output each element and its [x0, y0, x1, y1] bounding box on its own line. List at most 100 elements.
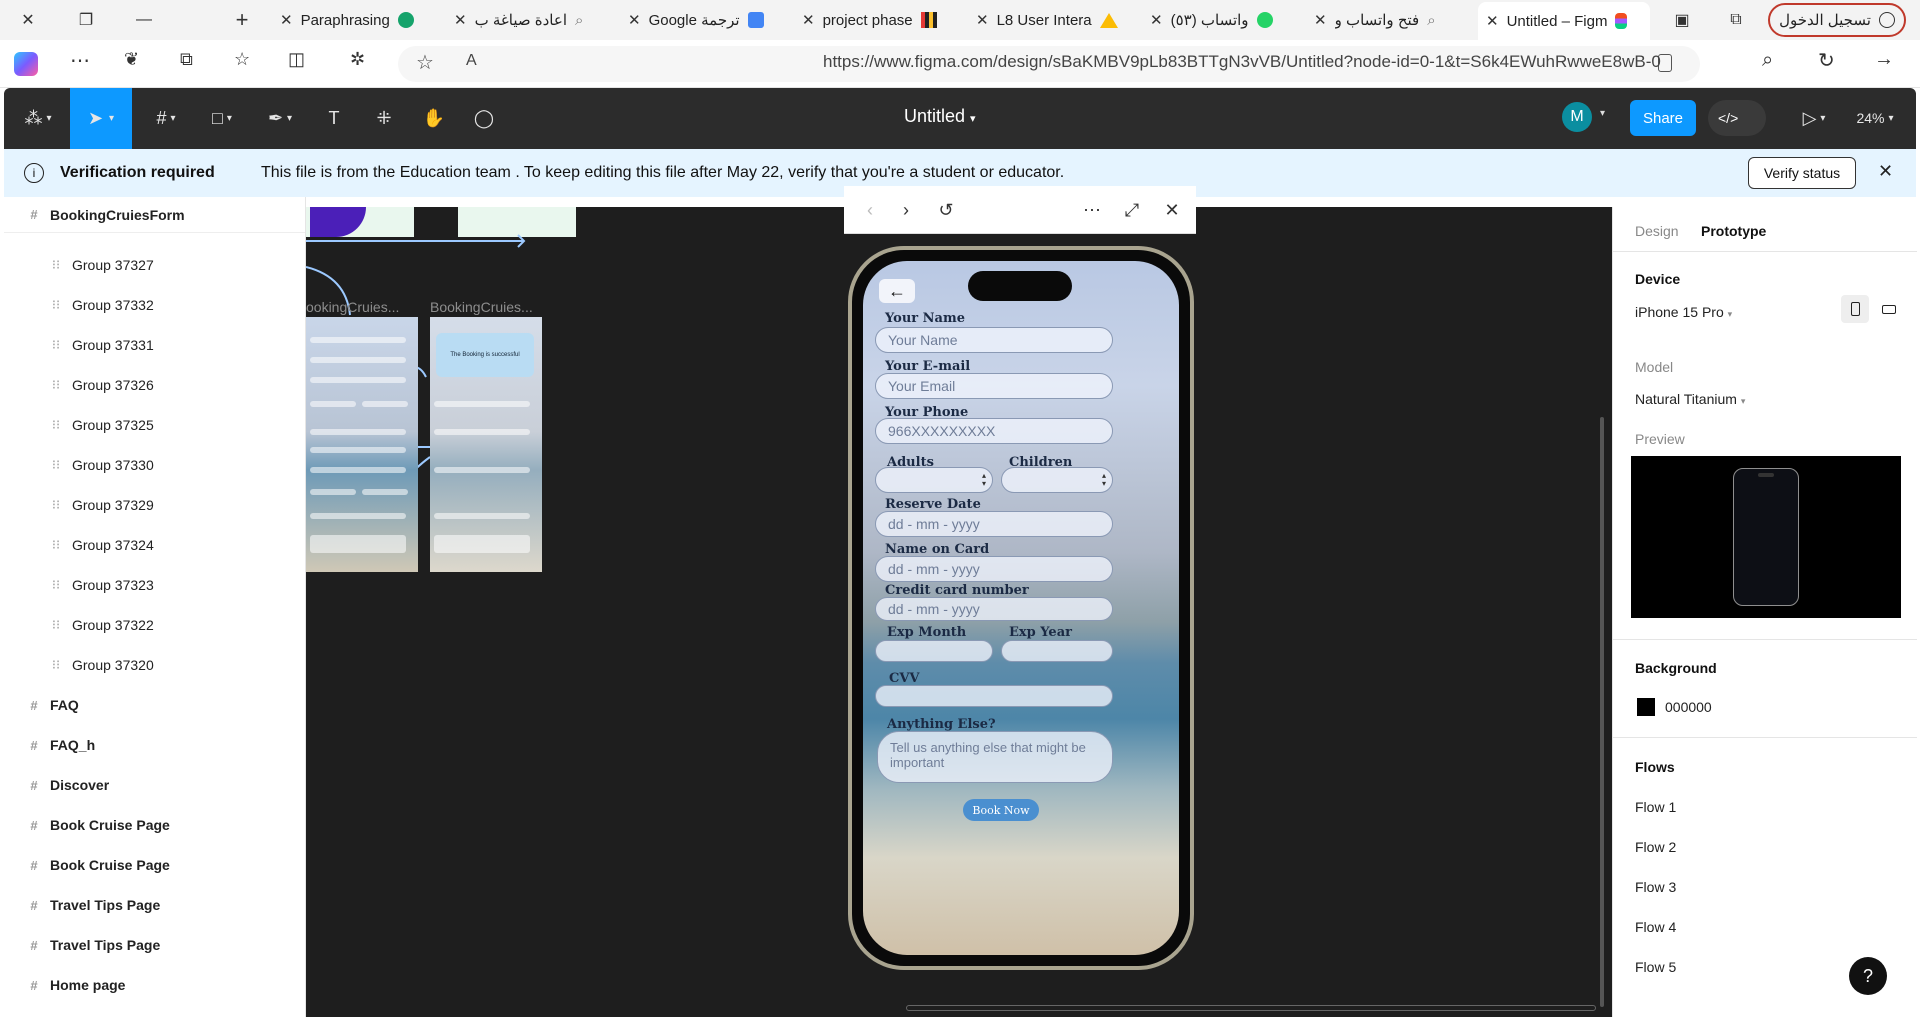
dev-mode-toggle[interactable]: </> — [1708, 100, 1766, 136]
text-tool-button[interactable]: T — [320, 102, 348, 134]
vertical-scrollbar[interactable] — [1600, 417, 1604, 1007]
collections-icon[interactable]: ⧉ — [180, 49, 193, 70]
layer-group-row[interactable]: ⁝⁝ Group 37330 — [4, 445, 305, 485]
layer-frame-row[interactable]: # Book Cruise Page — [4, 845, 305, 885]
device-select[interactable]: iPhone 15 Pro ▾ — [1635, 304, 1732, 320]
close-tab-icon[interactable]: ✕ — [454, 11, 467, 29]
layer-frame-row[interactable]: # FAQ — [4, 685, 305, 725]
tab-google-translate[interactable]: ✕ Google ترجمة — [620, 5, 790, 35]
exp-year-input[interactable] — [1001, 640, 1113, 662]
tab-open-whatsapp[interactable]: ✕ فتح واتساب و ⌕ — [1306, 5, 1476, 35]
tab-l8-user-interaction[interactable]: ✕ L8 User Intera — [968, 5, 1138, 35]
frame-tool-button[interactable]: # ▾ — [146, 102, 186, 134]
layer-group-row[interactable]: ⁝⁝ Group 37332 — [4, 285, 305, 325]
move-tool-button[interactable]: ➤ ▾ — [70, 88, 132, 149]
extension-heart-icon[interactable]: ❦ — [124, 49, 139, 70]
layer-frame-row[interactable]: # Home page — [4, 965, 305, 1005]
flow-item[interactable]: Flow 2 — [1635, 839, 1676, 855]
close-tab-icon[interactable]: ✕ — [628, 11, 641, 29]
search-icon[interactable]: ⌕ — [1762, 49, 1773, 72]
workspaces-icon[interactable]: ▣ — [1668, 6, 1696, 34]
tab-project-phase[interactable]: ✕ project phase — [794, 5, 964, 35]
close-tab-icon[interactable]: ✕ — [280, 11, 293, 29]
cvv-input[interactable] — [875, 685, 1113, 707]
zoom-menu[interactable]: 24% ▾ — [1850, 102, 1900, 134]
model-select[interactable]: Natural Titanium ▾ — [1635, 391, 1745, 407]
close-tab-icon[interactable]: ✕ — [1150, 11, 1163, 29]
tab-prototype[interactable]: Prototype — [1701, 223, 1766, 239]
tab-paraphrasing[interactable]: ✕ Paraphrasing — [272, 5, 442, 35]
extensions-icon[interactable]: ✲ — [350, 49, 365, 70]
horizontal-scrollbar[interactable] — [906, 1005, 1596, 1011]
flow-item[interactable]: Flow 1 — [1635, 799, 1676, 815]
background-swatch[interactable] — [1637, 698, 1655, 716]
avatar[interactable]: M — [1562, 102, 1592, 132]
book-now-button[interactable]: Book Now — [963, 799, 1039, 821]
layer-group-row[interactable]: ⁝⁝ Group 37325 — [4, 405, 305, 445]
close-tab-icon[interactable]: ✕ — [1314, 11, 1327, 29]
open-external-icon[interactable]: ⤢ — [1120, 198, 1144, 222]
phone-input[interactable]: 966XXXXXXXXX — [875, 418, 1113, 444]
resources-button[interactable]: ⁜ — [370, 102, 398, 134]
document-title[interactable]: Untitled ▾ — [904, 106, 976, 127]
share-button[interactable]: Share — [1630, 100, 1696, 136]
minimize-window-icon[interactable]: — — [130, 6, 158, 34]
frame-label[interactable]: BookingCruies... — [430, 299, 533, 315]
stepper-arrows-icon[interactable]: ▴ ▾ — [1102, 472, 1106, 488]
booking-form-thumbnail[interactable] — [306, 317, 418, 572]
layer-group-row[interactable]: ⁝⁝ Group 37329 — [4, 485, 305, 525]
split-screen-icon[interactable]: ◫ — [288, 49, 305, 70]
adults-stepper[interactable]: ▴ ▾ — [875, 467, 993, 493]
portrait-icon[interactable] — [1841, 295, 1869, 323]
layer-group-row[interactable]: ⁝⁝ Group 37322 — [4, 605, 305, 645]
hand-tool-button[interactable]: ✋ — [420, 102, 448, 134]
shape-tool-button[interactable]: □ ▾ — [202, 102, 242, 134]
layer-group-row[interactable]: ⁝⁝ Group 37324 — [4, 525, 305, 565]
flow-item[interactable]: Flow 3 — [1635, 879, 1676, 895]
tab-figma[interactable]: ✕ Untitled – Figm — [1478, 2, 1650, 40]
tab-design[interactable]: Design — [1635, 223, 1679, 239]
anything-else-textarea[interactable]: Tell us anything else that might be impo… — [877, 731, 1113, 783]
exp-month-input[interactable] — [875, 640, 993, 662]
chevron-down-icon[interactable]: ▾ — [1600, 108, 1605, 119]
new-tab-icon[interactable]: + — [228, 6, 256, 34]
card-number-input[interactable]: dd - mm - yyyy — [875, 597, 1113, 621]
present-button[interactable]: ▷ ▾ — [1794, 102, 1834, 134]
more-icon[interactable]: ⋯ — [70, 48, 90, 73]
tab-actions-icon[interactable]: ⧉ — [1722, 6, 1750, 34]
reserve-date-input[interactable]: dd - mm - yyyy — [875, 511, 1113, 537]
back-arrow-icon[interactable]: ← — [879, 279, 915, 303]
layer-group-row[interactable]: ⁝⁝ Group 37327 — [4, 245, 305, 285]
restart-icon[interactable]: ↺ — [934, 198, 958, 222]
layer-frame-booking-form[interactable]: # BookingCruiesForm — [4, 197, 305, 233]
stepper-arrows-icon[interactable]: ▴ ▾ — [982, 472, 986, 488]
layer-frame-row[interactable]: # Discover — [4, 765, 305, 805]
layer-group-row[interactable]: ⁝⁝ Group 37320 — [4, 645, 305, 685]
help-button[interactable]: ? — [1849, 957, 1887, 995]
url-text[interactable]: https://www.figma.com/design/sBaKMBV9pLb… — [823, 52, 1683, 72]
tab-whatsapp[interactable]: ✕ (٥٣) واتساب — [1142, 5, 1302, 35]
close-icon[interactable]: ✕ — [1878, 161, 1893, 182]
booking-success-thumbnail[interactable]: The Booking is successful — [430, 317, 542, 572]
layer-frame-row[interactable]: # FAQ_h — [4, 725, 305, 765]
children-stepper[interactable]: ▴ ▾ — [1001, 467, 1113, 493]
layer-frame-row[interactable]: # Travel Tips Page — [4, 885, 305, 925]
frame-label[interactable]: ookingCruies... — [306, 299, 399, 315]
landscape-icon[interactable] — [1875, 295, 1903, 323]
login-button[interactable]: تسجيل الدخول — [1768, 3, 1906, 37]
verify-status-button[interactable]: Verify status — [1748, 157, 1856, 189]
name-input[interactable]: Your Name — [875, 327, 1113, 353]
pen-tool-button[interactable]: ✒ ▾ — [260, 102, 300, 134]
card-name-input[interactable]: dd - mm - yyyy — [875, 556, 1113, 582]
tab-paraphrase-ar[interactable]: ✕ اعادة صياغة ب ⌕ — [446, 5, 616, 35]
more-icon[interactable]: ⋯ — [1080, 198, 1104, 222]
close-tab-icon[interactable]: ✕ — [1486, 12, 1499, 30]
copilot-icon[interactable] — [14, 52, 38, 76]
close-tab-icon[interactable]: ✕ — [802, 11, 815, 29]
close-tab-icon[interactable]: ✕ — [976, 11, 989, 29]
refresh-icon[interactable]: ↻ — [1818, 48, 1835, 73]
close-icon[interactable]: ✕ — [1160, 198, 1184, 222]
favorites-icon[interactable]: ☆ — [234, 49, 250, 70]
layer-frame-row[interactable]: # Book Cruise Page — [4, 805, 305, 845]
read-aloud-icon[interactable]: A — [466, 52, 477, 70]
